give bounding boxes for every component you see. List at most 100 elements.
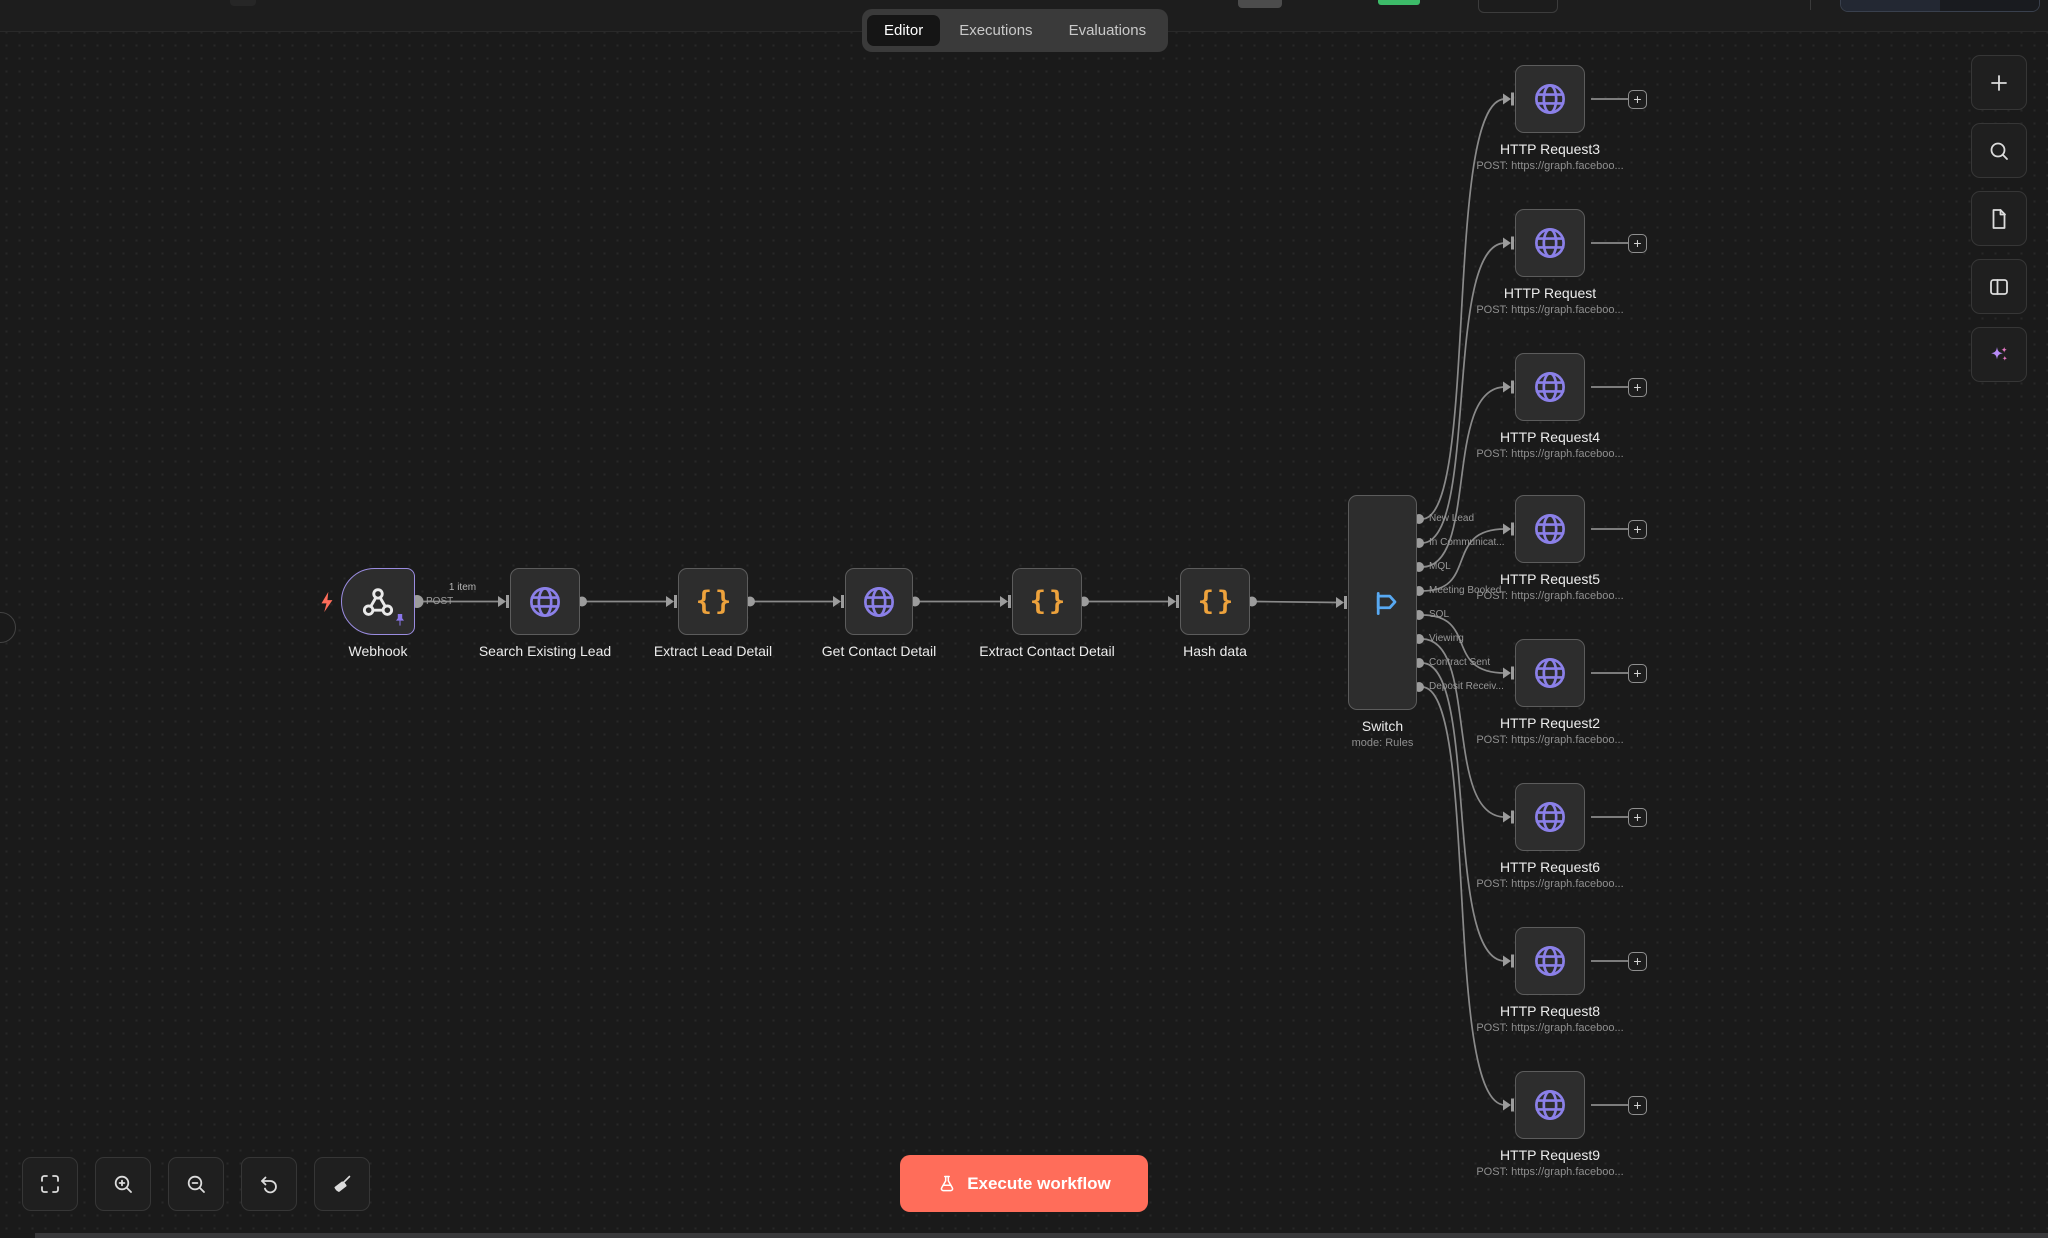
- add-node-button[interactable]: +: [1628, 378, 1647, 397]
- globe-icon: [1531, 510, 1569, 548]
- connection-arrow: [1000, 595, 1011, 608]
- add-node-button[interactable]: +: [1628, 90, 1647, 109]
- status-indicator-partial: [1378, 0, 1420, 5]
- ai-assistant-button[interactable]: [1971, 327, 2027, 382]
- node-http-request3[interactable]: [1515, 65, 1585, 133]
- node-search-existing-lead[interactable]: [510, 568, 580, 635]
- node-switch[interactable]: [1348, 495, 1417, 710]
- globe-icon: [860, 583, 898, 621]
- globe-icon: [1531, 654, 1569, 692]
- sparkles-icon: [1987, 343, 2011, 367]
- zoom-in-button[interactable]: [95, 1157, 151, 1211]
- node-hash-data[interactable]: {}: [1180, 568, 1250, 635]
- add-node-button[interactable]: +: [1628, 1096, 1647, 1115]
- header-partial-button: [230, 0, 256, 6]
- connection-arrow: [1503, 667, 1514, 680]
- switch-output-label: New Lead: [1429, 513, 1474, 524]
- node-label: HTTP Request8POST: https://graph.faceboo…: [1430, 1003, 1670, 1034]
- switch-output-label: SQL: [1429, 609, 1449, 620]
- toggle-panel-button[interactable]: [1971, 259, 2027, 314]
- globe-icon: [1531, 80, 1569, 118]
- switch-output-label: Contract Sent: [1429, 657, 1490, 668]
- node-label: HTTP Request4POST: https://graph.faceboo…: [1430, 429, 1670, 460]
- node-http-request2[interactable]: [1515, 639, 1585, 707]
- flask-icon: [937, 1174, 957, 1194]
- node-http-request9[interactable]: [1515, 1071, 1585, 1139]
- node-subtitle: POST: https://graph.faceboo...: [1430, 1022, 1670, 1034]
- broom-icon: [330, 1172, 354, 1196]
- connection-arrow: [1503, 93, 1514, 106]
- fit-view-button[interactable]: [22, 1157, 78, 1211]
- bottom-edge-strip: [35, 1233, 2048, 1238]
- add-node-button[interactable]: +: [1628, 664, 1647, 683]
- connection-arrow: [1503, 955, 1514, 968]
- search-icon: [1987, 139, 2011, 163]
- node-label: Hash data: [1095, 643, 1335, 659]
- connection-arrow: [1503, 811, 1514, 824]
- node-http-request5[interactable]: [1515, 495, 1585, 563]
- templates-button[interactable]: [1971, 191, 2027, 246]
- node-subtitle: POST: https://graph.faceboo...: [1430, 878, 1670, 890]
- connection[interactable]: [1422, 687, 1505, 1105]
- add-node-button[interactable]: +: [1628, 808, 1647, 827]
- connection[interactable]: [1256, 602, 1338, 603]
- tab-evaluations[interactable]: Evaluations: [1052, 15, 1164, 46]
- node-http-request6[interactable]: [1515, 783, 1585, 851]
- node-extract-lead-detail[interactable]: {}: [678, 568, 748, 635]
- reset-zoom-button[interactable]: [241, 1157, 297, 1211]
- node-subtitle: POST: https://graph.faceboo...: [1430, 304, 1670, 316]
- node-title: HTTP Request2: [1430, 715, 1670, 731]
- fit-view-icon: [38, 1172, 62, 1196]
- tidy-up-button[interactable]: [314, 1157, 370, 1211]
- split-panel-icon: [1987, 275, 2011, 299]
- add-node-button[interactable]: +: [1628, 234, 1647, 253]
- node-title: HTTP Request3: [1430, 141, 1670, 157]
- header-segmented-partial: [1840, 0, 2040, 12]
- tab-editor[interactable]: Editor: [867, 15, 940, 46]
- globe-icon: [1531, 224, 1569, 262]
- undo-icon: [257, 1172, 281, 1196]
- connection-items-label: 1 item: [433, 582, 493, 593]
- node-http-request4[interactable]: [1515, 353, 1585, 421]
- node-label: HTTP Request6 POST: https://graph.faceboo…: [1430, 859, 1670, 890]
- view-tabbar: EditorExecutionsEvaluations: [862, 9, 1168, 52]
- side-toolbar: [1971, 55, 2027, 382]
- canvas-controls: [22, 1157, 370, 1211]
- globe-icon: [1531, 942, 1569, 980]
- connection-arrow: [1503, 1099, 1514, 1112]
- search-button[interactable]: [1971, 123, 2027, 178]
- globe-icon: [1531, 798, 1569, 836]
- node-subtitle: POST: https://graph.faceboo...: [1430, 734, 1670, 746]
- add-node-button[interactable]: [1971, 55, 2027, 110]
- node-title: HTTP Request6: [1430, 859, 1670, 875]
- node-http-request8[interactable]: [1515, 927, 1585, 995]
- add-node-button[interactable]: +: [1628, 520, 1647, 539]
- header-divider: [1810, 0, 1811, 10]
- segment-left: [1841, 0, 1940, 11]
- globe-icon: [526, 583, 564, 621]
- node-label: HTTP Request2 POST: https://graph.faceboo…: [1430, 715, 1670, 746]
- header-partial-pill: [1238, 0, 1282, 8]
- node-label: HTTP Request3POST: https://graph.faceboo…: [1430, 141, 1670, 172]
- node-label: HTTP Request9POST: https://graph.faceboo…: [1430, 1147, 1670, 1178]
- node-title: HTTP Request: [1430, 285, 1670, 301]
- zoom-out-button[interactable]: [168, 1157, 224, 1211]
- connection-arrow: [1168, 595, 1179, 608]
- connection-arrow: [833, 595, 844, 608]
- braces-icon: {}: [1030, 586, 1069, 617]
- zoom-out-icon: [184, 1172, 208, 1196]
- node-subtitle: POST: https://graph.faceboo...: [1430, 590, 1670, 602]
- node-http-request[interactable]: [1515, 209, 1585, 277]
- segment-right: [1940, 0, 2039, 11]
- globe-icon: [1531, 1086, 1569, 1124]
- node-extract-contact-detail[interactable]: {}: [1012, 568, 1082, 635]
- connection-arrow: [498, 595, 509, 608]
- node-get-contact-detail[interactable]: [845, 568, 913, 635]
- switch-output-label: Viewing: [1429, 633, 1464, 644]
- connection-arrow: [666, 595, 677, 608]
- add-node-button[interactable]: +: [1628, 952, 1647, 971]
- node-title: HTTP Request5: [1430, 571, 1670, 587]
- tab-executions[interactable]: Executions: [942, 15, 1049, 46]
- trigger-bolt-icon: [319, 591, 334, 618]
- execute-workflow-button[interactable]: Execute workflow: [900, 1155, 1148, 1212]
